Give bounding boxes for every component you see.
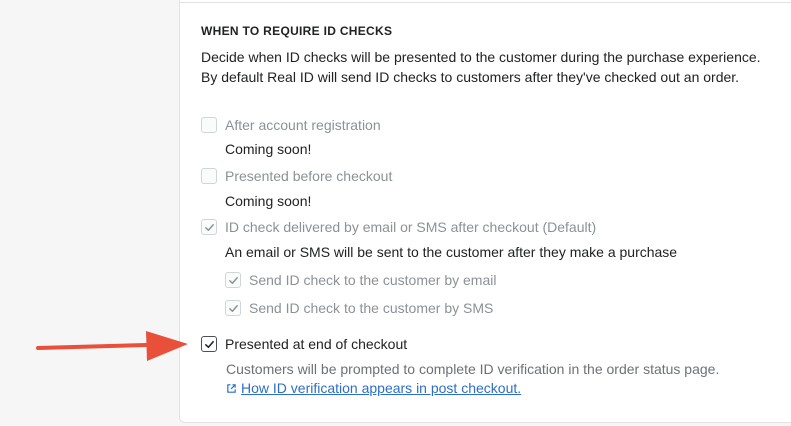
section-description: Decide when ID checks will be presented … bbox=[201, 49, 761, 85]
checkmark-icon bbox=[228, 304, 238, 312]
option-label: Presented before checkout bbox=[225, 168, 393, 184]
checkbox-send-email[interactable] bbox=[225, 272, 241, 288]
checkmark-icon bbox=[204, 340, 214, 348]
post-checkout-link[interactable]: How ID verification appears in post chec… bbox=[226, 379, 521, 397]
checkmark-icon bbox=[228, 276, 238, 284]
checkbox-end-of-checkout[interactable] bbox=[201, 336, 217, 352]
settings-card: WHEN TO REQUIRE ID CHECKS Decide when ID… bbox=[179, 0, 791, 423]
option-subtext: Coming soon! bbox=[225, 193, 312, 209]
checkbox-email-sms-after-checkout[interactable] bbox=[201, 219, 217, 235]
option-end-of-checkout[interactable]: Presented at end of checkout bbox=[201, 335, 407, 353]
option-label: ID check delivered by email or SMS after… bbox=[225, 219, 597, 235]
external-link-icon bbox=[227, 383, 236, 393]
option-after-registration[interactable]: After account registration bbox=[201, 116, 381, 134]
end-of-checkout-help: Customers will be prompted to complete I… bbox=[226, 361, 720, 377]
option-label: Presented at end of checkout bbox=[225, 336, 408, 352]
option-subtext: An email or SMS will be sent to the cust… bbox=[225, 244, 678, 260]
checkbox-before-checkout[interactable] bbox=[201, 168, 217, 184]
checkbox-after-registration[interactable] bbox=[201, 117, 217, 133]
checkbox-send-sms[interactable] bbox=[225, 300, 241, 316]
checkmark-icon bbox=[204, 223, 214, 231]
suboption-label: Send ID check to the customer by email bbox=[249, 272, 497, 288]
link-text: How ID verification appears in post chec… bbox=[241, 380, 522, 396]
card-divider bbox=[180, 2, 791, 3]
option-email-sms-after-checkout[interactable]: ID check delivered by email or SMS after… bbox=[201, 218, 596, 236]
option-before-checkout[interactable]: Presented before checkout bbox=[201, 167, 392, 185]
suboption-label: Send ID check to the customer by SMS bbox=[249, 300, 494, 316]
annotation-arrow-icon bbox=[36, 331, 188, 361]
suboption-sms[interactable]: Send ID check to the customer by SMS bbox=[225, 299, 493, 317]
option-subtext: Coming soon! bbox=[225, 141, 312, 157]
section-heading: WHEN TO REQUIRE ID CHECKS bbox=[201, 24, 393, 38]
suboption-email[interactable]: Send ID check to the customer by email bbox=[225, 271, 496, 289]
option-label: After account registration bbox=[225, 117, 381, 133]
